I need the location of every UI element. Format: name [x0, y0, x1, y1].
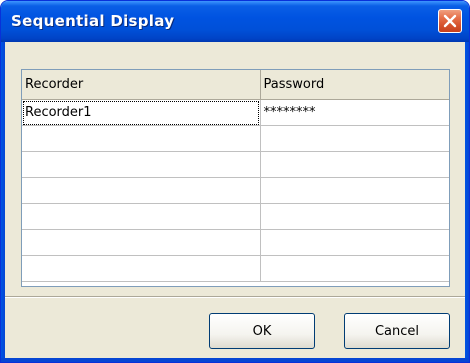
recorder-cell[interactable]: [22, 151, 261, 178]
column-header-password[interactable]: Password: [260, 70, 449, 100]
window-border-bottom: [1, 358, 469, 362]
recorder-cell[interactable]: [22, 229, 261, 256]
table-row[interactable]: [22, 151, 449, 178]
sequential-display-dialog: Sequential Display Recorder Password Rec…: [0, 0, 470, 363]
window-border-right: [465, 42, 469, 362]
recorder-cell[interactable]: [22, 125, 261, 152]
password-cell[interactable]: [260, 229, 449, 256]
password-cell[interactable]: [260, 125, 449, 152]
password-cell[interactable]: [260, 203, 449, 230]
dialog-title: Sequential Display: [11, 12, 175, 30]
recorder-cell[interactable]: Recorder1: [22, 99, 261, 126]
password-cell[interactable]: ********: [260, 99, 449, 126]
recorder-cell[interactable]: [22, 255, 261, 282]
recorder-cell[interactable]: [22, 203, 261, 230]
table-row[interactable]: [22, 229, 449, 256]
table-row[interactable]: [22, 203, 449, 230]
title-bar[interactable]: Sequential Display: [1, 1, 469, 42]
window-border-left: [1, 42, 5, 362]
recorder-cell[interactable]: [22, 177, 261, 204]
grid-table: Recorder Password Recorder1 ********: [22, 70, 449, 282]
separator-line: [5, 296, 465, 298]
password-cell[interactable]: [260, 177, 449, 204]
table-row[interactable]: Recorder1 ********: [22, 99, 449, 126]
grid-header-row: Recorder Password: [22, 70, 449, 100]
table-row[interactable]: [22, 177, 449, 204]
ok-button[interactable]: OK: [209, 313, 315, 349]
password-cell[interactable]: [260, 151, 449, 178]
column-header-recorder[interactable]: Recorder: [22, 70, 261, 100]
recorder-password-grid[interactable]: Recorder Password Recorder1 ********: [21, 69, 450, 287]
close-button[interactable]: [438, 9, 462, 33]
table-row[interactable]: [22, 125, 449, 152]
close-icon: [443, 14, 457, 28]
cancel-button[interactable]: Cancel: [344, 313, 450, 349]
table-row[interactable]: [22, 255, 449, 282]
password-cell[interactable]: [260, 255, 449, 282]
